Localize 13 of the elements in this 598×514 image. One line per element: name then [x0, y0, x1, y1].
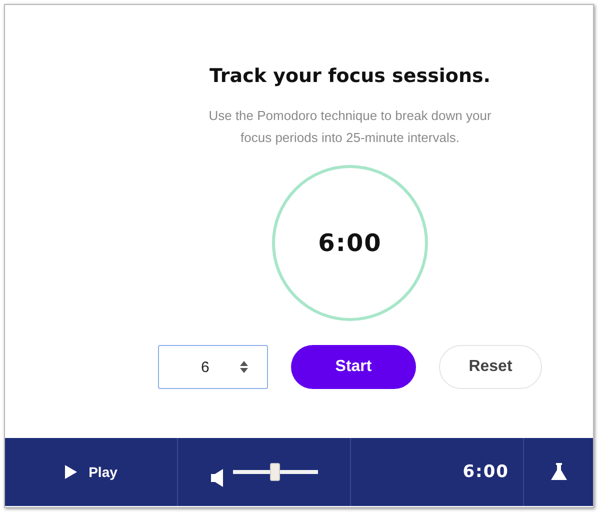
elapsed-time: 6:00: [462, 462, 509, 482]
play-icon: [64, 465, 77, 479]
play-button[interactable]: Play: [64, 464, 118, 480]
minutes-field[interactable]: 6: [158, 345, 268, 389]
volume-thumb[interactable]: [270, 463, 280, 481]
start-button[interactable]: Start: [291, 345, 416, 389]
reset-button[interactable]: Reset: [439, 345, 542, 389]
timer-display: 6:00: [318, 229, 382, 257]
flask-icon[interactable]: [550, 463, 566, 481]
description: Use the Pomodoro technique to break down your focus periods into 25-minute intervals.: [208, 107, 492, 147]
heading: Track your focus sessions.: [210, 65, 490, 87]
spinner-icon[interactable]: [240, 361, 248, 373]
speaker-icon[interactable]: [210, 469, 222, 487]
